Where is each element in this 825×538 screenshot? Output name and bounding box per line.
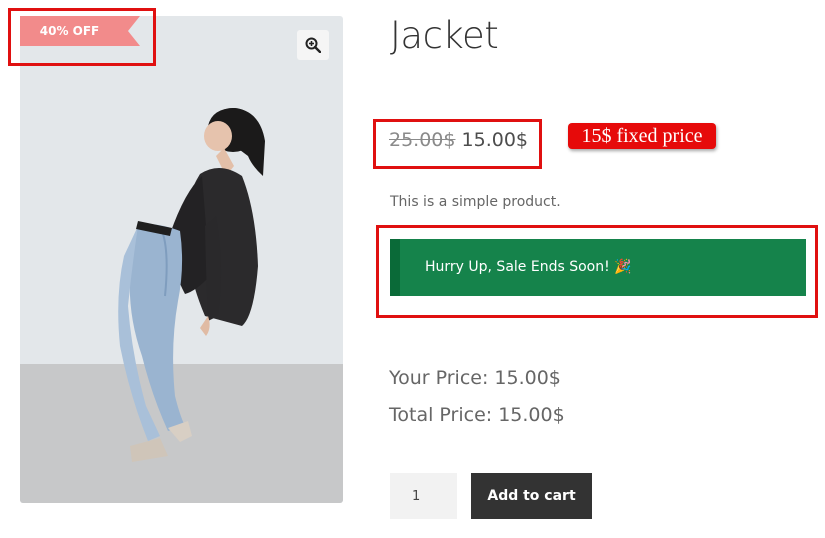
- total-price: Total Price: 15.00$: [389, 404, 565, 426]
- product-title: Jacket: [390, 14, 499, 57]
- product-description: This is a simple product.: [390, 194, 561, 210]
- zoom-button[interactable]: [297, 30, 329, 60]
- annotation-box-price: [373, 119, 542, 169]
- model-illustration: [118, 108, 265, 462]
- your-price: Your Price: 15.00$: [389, 367, 561, 389]
- quantity-input[interactable]: [390, 473, 457, 519]
- zoom-in-icon: [305, 37, 321, 53]
- fixed-price-annotation: 15$ fixed price: [568, 123, 716, 149]
- annotation-box-badge: [8, 8, 156, 66]
- annotation-box-banner: [376, 225, 818, 318]
- product-image[interactable]: [20, 16, 343, 503]
- add-to-cart-button[interactable]: Add to cart: [471, 473, 592, 519]
